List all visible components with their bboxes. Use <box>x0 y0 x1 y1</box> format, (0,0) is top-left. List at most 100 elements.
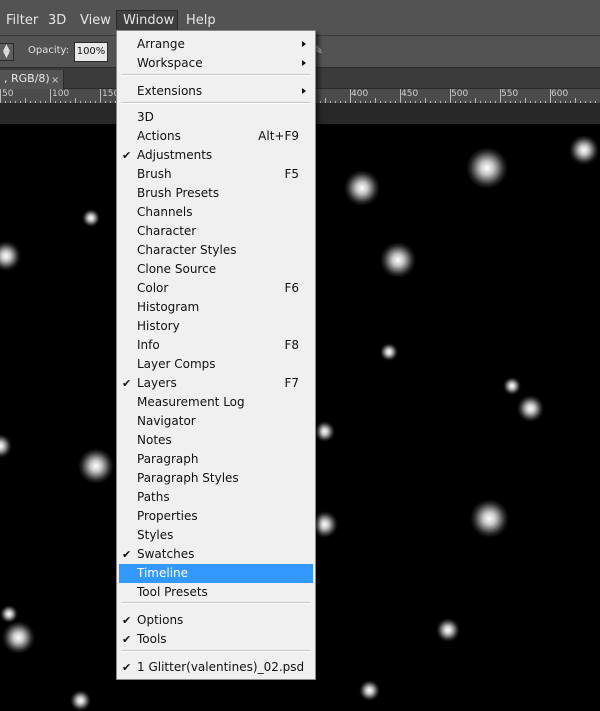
menu-item-histogram[interactable]: Histogram <box>119 298 313 317</box>
checkmark-icon: ✔ <box>122 377 132 390</box>
menu-item-extensions[interactable]: Extensions <box>119 82 313 101</box>
menu-item-3d[interactable]: 3D <box>119 108 313 127</box>
menu-item-label: History <box>137 319 180 333</box>
glitter-sparkle <box>503 377 521 395</box>
menu-item-character[interactable]: Character <box>119 222 313 241</box>
glitter-sparkle <box>344 170 380 206</box>
glitter-sparkle <box>469 498 509 538</box>
menu-item-label: Adjustments <box>137 148 213 162</box>
menu-item-tools[interactable]: ✔ Tools <box>119 630 313 649</box>
checkmark-icon: ✔ <box>122 614 132 627</box>
menu-item-label: Options <box>137 613 184 627</box>
menu-item-swatches[interactable]: ✔ Swatches <box>119 545 313 564</box>
menu-filter[interactable]: Filter <box>0 10 44 32</box>
glitter-sparkle <box>1 620 35 654</box>
menu-item-clone-source[interactable]: Clone Source <box>119 260 313 279</box>
ruler-label: 500 <box>451 89 469 99</box>
menu-item-adjustments[interactable]: ✔ Adjustments <box>119 146 313 165</box>
menu-item-shortcut: Alt+F9 <box>258 129 299 143</box>
menu-item-label: Color <box>137 281 169 295</box>
submenu-arrow-icon <box>302 88 306 94</box>
submenu-arrow-icon <box>302 60 306 66</box>
menu-item-layer-comps[interactable]: Layer Comps <box>119 355 313 374</box>
menu-item-brush[interactable]: Brush F5 <box>119 165 313 184</box>
menu-item-navigator[interactable]: Navigator <box>119 412 313 431</box>
close-icon[interactable]: × <box>51 72 59 90</box>
menu-item-label: Histogram <box>137 300 200 314</box>
glitter-sparkle <box>436 618 460 642</box>
document-tab-label: , RGB/8) <box>4 72 50 85</box>
glitter-sparkle <box>516 394 544 422</box>
menu-item-channels[interactable]: Channels <box>119 203 313 222</box>
menu-item-label: Workspace <box>137 56 203 70</box>
menu-view[interactable]: View <box>74 10 117 32</box>
glitter-sparkle <box>78 448 114 484</box>
glitter-sparkle <box>0 605 18 623</box>
menu-item-label: Actions <box>137 129 181 143</box>
menu-item-layers[interactable]: ✔ Layers F7 <box>119 374 313 393</box>
menu-item-notes[interactable]: Notes <box>119 431 313 450</box>
menu-item-tool-presets[interactable]: Tool Presets <box>119 583 313 602</box>
menu-item-shortcut: F8 <box>284 338 299 352</box>
menu-item-1-glitter-valentines-02-psd[interactable]: ✔ 1 Glitter(valentines)_02.psd <box>119 658 313 677</box>
checkmark-icon: ✔ <box>122 633 132 646</box>
opacity-label: Opacity: <box>28 45 70 56</box>
menu-help[interactable]: Help <box>180 10 222 32</box>
submenu-arrow-icon <box>302 41 306 47</box>
menu-item-label: Tool Presets <box>137 585 208 599</box>
menu-item-label: Paragraph <box>137 452 199 466</box>
opacity-input[interactable]: 100% <box>74 42 108 62</box>
menu-item-actions[interactable]: Actions Alt+F9 <box>119 127 313 146</box>
menu-item-paragraph-styles[interactable]: Paragraph Styles <box>119 469 313 488</box>
menu-item-properties[interactable]: Properties <box>119 507 313 526</box>
checkmark-icon: ✔ <box>122 149 132 162</box>
menu-item-label: Arrange <box>137 37 185 51</box>
menu-item-label: Character <box>137 224 197 238</box>
ruler-label: 450 <box>401 89 419 99</box>
checkmark-icon: ✔ <box>122 661 132 674</box>
menu-item-shortcut: F6 <box>284 281 299 295</box>
menu-item-label: 1 Glitter(valentines)_02.psd <box>137 660 305 674</box>
glitter-sparkle <box>82 209 100 227</box>
menu-item-label: Info <box>137 338 160 352</box>
menu-item-label: Layers <box>137 376 177 390</box>
menu-item-timeline[interactable]: Timeline <box>119 564 313 583</box>
menu-item-workspace[interactable]: Workspace <box>119 54 313 73</box>
menu-separator <box>121 602 311 604</box>
ruler-label: 50 <box>2 89 14 99</box>
menu-item-label: Tools <box>137 632 167 646</box>
menu-item-label: Brush Presets <box>137 186 220 200</box>
glitter-sparkle <box>380 242 416 278</box>
menu-item-brush-presets[interactable]: Brush Presets <box>119 184 313 203</box>
glitter-sparkle <box>0 434 12 458</box>
glitter-sparkle <box>569 135 599 165</box>
menu-window[interactable]: Window <box>116 10 178 32</box>
mode-stepper[interactable]: ▲ ▼ <box>0 43 14 61</box>
menu-3d[interactable]: 3D <box>42 10 72 32</box>
document-tab[interactable]: , RGB/8) × <box>0 70 64 89</box>
menu-item-color[interactable]: Color F6 <box>119 279 313 298</box>
menu-item-paths[interactable]: Paths <box>119 488 313 507</box>
menu-item-options[interactable]: ✔ Options <box>119 611 313 630</box>
ruler-label: 400 <box>351 89 369 99</box>
glitter-sparkle <box>313 420 335 442</box>
menu-item-label: Styles <box>137 528 174 542</box>
menu-item-history[interactable]: History <box>119 317 313 336</box>
menu-item-measurement-log[interactable]: Measurement Log <box>119 393 313 412</box>
menu-item-label: Navigator <box>137 414 196 428</box>
menu-separator <box>121 102 311 104</box>
menu-item-character-styles[interactable]: Character Styles <box>119 241 313 260</box>
ruler-label: 550 <box>501 89 519 99</box>
menu-item-styles[interactable]: Styles <box>119 526 313 545</box>
glitter-sparkle <box>69 689 91 711</box>
menu-separator <box>121 74 311 76</box>
menu-item-arrange[interactable]: Arrange <box>119 35 313 54</box>
glitter-sparkle <box>466 147 508 189</box>
menu-item-paragraph[interactable]: Paragraph <box>119 450 313 469</box>
menu-item-label: Timeline <box>137 566 189 580</box>
menu-item-label: Character Styles <box>137 243 237 257</box>
menu-item-label: Paths <box>137 490 170 504</box>
window-menu: Arrange Workspace Extensions 3D Actions Alt+F… <box>116 30 316 680</box>
menu-item-info[interactable]: Info F8 <box>119 336 313 355</box>
ruler-label: 100 <box>52 89 70 99</box>
